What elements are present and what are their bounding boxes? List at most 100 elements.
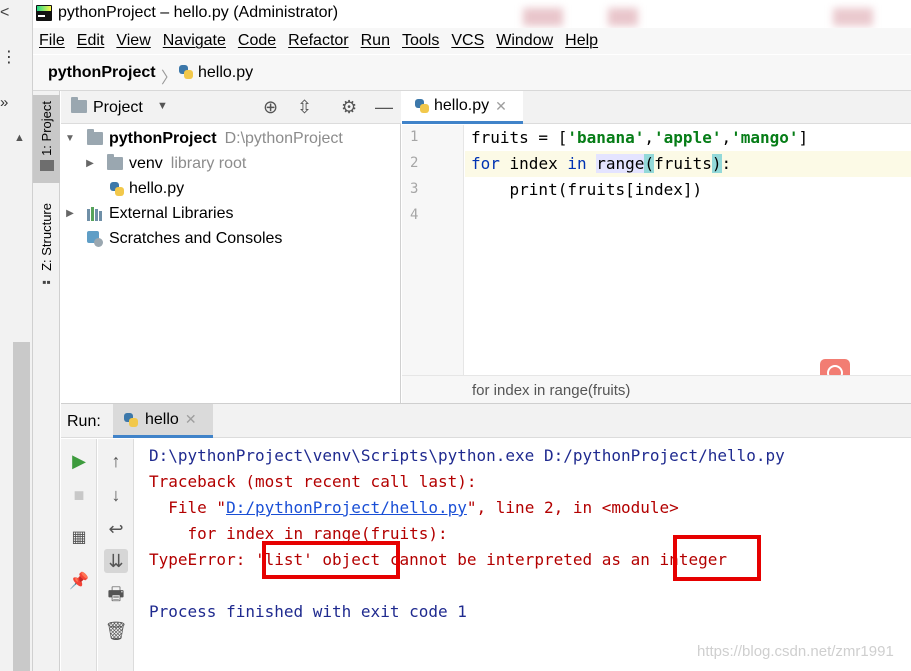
console-traceback: Traceback (most recent call last):: [149, 472, 477, 491]
tree-item-label: hello.py: [129, 179, 185, 197]
trash-icon[interactable]: 🗑: [104, 619, 128, 643]
folder-icon: [39, 159, 54, 171]
line-number: 2: [410, 155, 419, 171]
arrow-up-icon[interactable]: ↑: [104, 449, 128, 473]
line-number: 3: [410, 181, 419, 197]
menu-file[interactable]: File: [33, 32, 71, 50]
blurred-area: [523, 8, 563, 26]
code-editor: hello.py ✕ 1 2 3 4 fruits = ['banana','a…: [402, 91, 911, 403]
print-icon[interactable]: 🖶: [104, 584, 128, 609]
menu-refactor[interactable]: Refactor: [282, 32, 354, 50]
double-chevron-icon[interactable]: »: [0, 94, 8, 111]
editor-breadcrumb[interactable]: for index in range(fruits): [472, 382, 630, 399]
console-error-line: TypeError: 'list' object cannot be inter…: [149, 550, 727, 569]
layout-icon[interactable]: ▦: [67, 525, 91, 549]
outer-window-strip: < ⋮ » ▲: [0, 0, 33, 671]
tree-item-hello-py[interactable]: hello.py: [61, 176, 401, 201]
minimize-icon[interactable]: —: [375, 97, 393, 118]
traceback-file-link[interactable]: D:/pythonProject/hello.py: [226, 498, 467, 517]
menu-window[interactable]: Window: [490, 32, 559, 50]
console-exit-line: Process finished with exit code 1: [149, 602, 467, 621]
tree-item-label: venv: [129, 154, 163, 172]
tool-window-strip: 1: Project Z: Structure ▪▪: [33, 91, 60, 671]
chevron-left-icon[interactable]: <: [0, 4, 9, 22]
structure-icon: ▪▪: [42, 274, 51, 289]
menu-vcs[interactable]: VCS: [445, 32, 490, 50]
menu-bar: File Edit View Navigate Code Refactor Ru…: [33, 28, 911, 54]
breadcrumb-separator-icon: 〉: [161, 70, 178, 87]
stop-icon[interactable]: ■: [67, 483, 91, 507]
menu-code[interactable]: Code: [232, 32, 282, 50]
project-panel: Project ▼ ⊕ ⇳ ⚙ — ▼ pythonProject D:\pyt…: [61, 91, 401, 403]
tree-item-label: Scratches and Consoles: [109, 229, 283, 247]
collapsed-arrow-icon[interactable]: ▶: [63, 208, 77, 219]
menu-view[interactable]: View: [110, 32, 156, 50]
code-line-1: fruits = ['banana','apple','mango']: [471, 128, 809, 147]
chevron-down-icon[interactable]: ▼: [157, 100, 168, 112]
console-output[interactable]: D:\pythonProject\venv\Scripts\python.exe…: [135, 439, 911, 671]
tree-item-pythonproject[interactable]: ▼ pythonProject D:\pythonProject: [61, 126, 401, 151]
run-toolbar-primary: ▶ ■ ▦ 📌: [61, 439, 97, 671]
scroll-to-end-icon[interactable]: ⇊: [104, 549, 128, 573]
annotation-box-integer: [673, 535, 761, 581]
menu-edit[interactable]: Edit: [71, 32, 111, 50]
menu-run[interactable]: Run: [355, 32, 396, 50]
tab-label: hello.py: [434, 97, 490, 114]
line-number: 4: [410, 207, 419, 223]
run-toolbar-secondary: ↑ ↓ ↩ ⇊ 🖶 🗑: [98, 439, 134, 671]
gear-icon[interactable]: ⚙: [341, 97, 357, 118]
tab-hello-py[interactable]: hello.py ✕: [402, 91, 523, 124]
pycharm-logo-icon: [36, 5, 52, 21]
code-area[interactable]: fruits = ['banana','apple','mango'] for …: [465, 125, 911, 375]
code-line-3: print(fruits[index]): [471, 180, 703, 199]
folder-icon: [107, 154, 123, 170]
collapsed-arrow-icon[interactable]: ▶: [83, 158, 97, 169]
close-icon[interactable]: ✕: [185, 411, 197, 428]
line-number: 1: [410, 129, 419, 145]
project-view-selector[interactable]: Project: [93, 99, 143, 117]
annotation-box-list-object: [262, 541, 400, 579]
tool-tab-project[interactable]: 1: Project: [33, 95, 60, 183]
tool-tab-project-label: 1: Project: [39, 101, 54, 156]
editor-breadcrumb-bar: for index in range(fruits): [402, 375, 911, 403]
menu-tools[interactable]: Tools: [396, 32, 445, 50]
python-file-icon: [123, 412, 139, 428]
breadcrumb-project[interactable]: pythonProject: [48, 64, 156, 82]
tree-item-hint: library root: [170, 154, 247, 172]
collapse-all-icon[interactable]: ⇳: [297, 97, 312, 118]
tree-item-scratches[interactable]: Scratches and Consoles: [61, 226, 401, 251]
scrollbar-thumb[interactable]: [13, 342, 30, 671]
tool-tab-structure[interactable]: Z: Structure ▪▪: [33, 203, 60, 303]
tree-item-venv[interactable]: ▶ venv library root: [61, 151, 401, 176]
console-command: D:\pythonProject\venv\Scripts\python.exe…: [149, 446, 785, 465]
run-label: Run:: [67, 413, 101, 430]
arrow-down-icon[interactable]: ↓: [104, 483, 128, 507]
menu-help[interactable]: Help: [559, 32, 604, 50]
menu-navigate[interactable]: Navigate: [157, 32, 232, 50]
pin-icon[interactable]: 📌: [67, 569, 91, 593]
breadcrumb-file[interactable]: hello.py: [198, 64, 253, 82]
title-bar: pythonProject – hello.py (Administrator): [33, 0, 911, 28]
line-number-gutter: 1 2 3 4: [402, 125, 464, 375]
console-file-line: File "D:/pythonProject/hello.py", line 2…: [149, 498, 679, 517]
tree-item-label: External Libraries: [109, 204, 234, 222]
close-icon[interactable]: ✕: [495, 98, 507, 115]
code-line-2: for index in range(fruits):: [465, 151, 911, 177]
python-file-icon: [109, 181, 125, 197]
tree-item-external-libraries[interactable]: ▶ External Libraries: [61, 201, 401, 226]
scroll-up-arrow-icon[interactable]: ▲: [14, 132, 25, 144]
blurred-area: [833, 8, 873, 26]
run-tab-hello[interactable]: hello ✕: [113, 404, 213, 438]
editor-tab-bar: hello.py ✕: [402, 91, 911, 124]
project-folder-icon: [71, 97, 87, 113]
soft-wrap-icon[interactable]: ↩: [104, 517, 128, 541]
locate-target-icon[interactable]: ⊕: [263, 97, 278, 118]
rerun-play-icon[interactable]: ▶: [67, 449, 91, 473]
python-file-icon: [414, 98, 430, 114]
blurred-area: [608, 8, 638, 26]
run-panel-header: Run: hello ✕: [61, 404, 911, 438]
more-vertical-icon[interactable]: ⋮: [1, 50, 17, 66]
expand-arrow-icon[interactable]: ▼: [63, 133, 77, 144]
tree-item-hint: D:\pythonProject: [224, 129, 343, 147]
watermark: https://blog.csdn.net/zmr1991: [697, 643, 894, 660]
